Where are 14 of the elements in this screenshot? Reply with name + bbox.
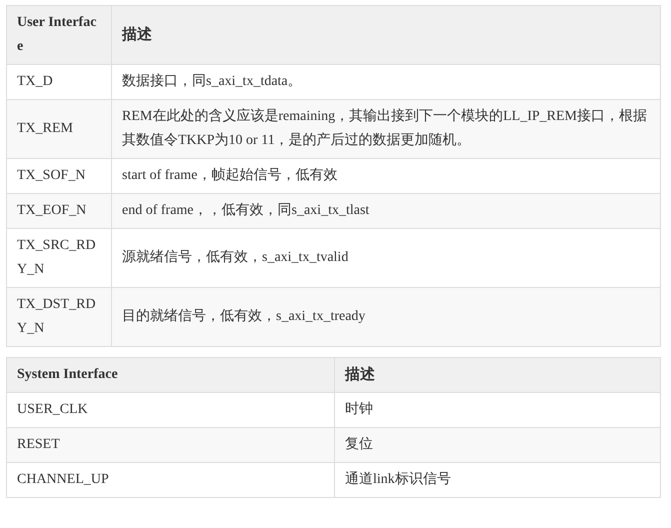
table-cell: end of frame，，低有效，同s_axi_tx_tlast (112, 194, 660, 228)
table-cell: CHANNEL_UP (6, 462, 334, 498)
column-header: User Interface (6, 6, 112, 64)
table-cell: 目的就绪信号，低有效，s_axi_tx_tready (112, 288, 660, 346)
table-cell: TX_REM (6, 100, 112, 158)
table-cell: TX_EOF_N (6, 194, 112, 228)
table-cell: REM在此处的含义应该是remaining，其输出接到下一个模块的LL_IP_REM接口，根据其数值令TKKP为10 or 11，是的产后过的数据更加随机。 (112, 100, 660, 158)
table-cell: RESET (6, 428, 334, 462)
column-header: 描述 (112, 6, 660, 64)
table-cell: TX_DST_RDY_N (6, 288, 112, 346)
table-cell: 复位 (334, 428, 660, 462)
column-header: System Interface (6, 358, 334, 392)
column-header: 描述 (334, 358, 660, 392)
table-cell: 通道link标识信号 (334, 462, 660, 498)
